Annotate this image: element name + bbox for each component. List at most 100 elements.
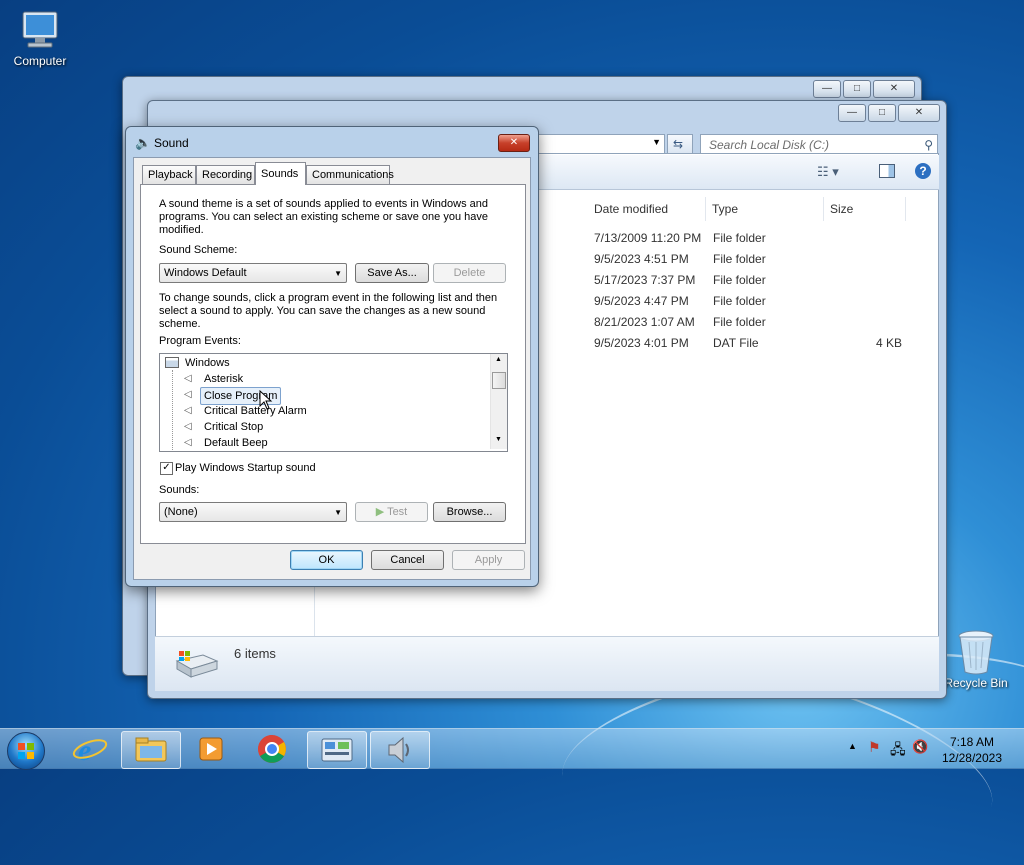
clock-date: 12/28/2023 bbox=[941, 751, 1002, 765]
scroll-down-icon[interactable]: ▼ bbox=[495, 436, 502, 443]
chevron-down-icon: ▼ bbox=[334, 508, 342, 517]
search-icon: ⚲ bbox=[924, 138, 933, 152]
help-icon[interactable]: ? bbox=[915, 163, 931, 179]
events-scrollbar[interactable]: ▲ ▼ bbox=[490, 354, 507, 449]
speaker-icon: ◁ bbox=[184, 421, 192, 432]
row-type: DAT File bbox=[713, 336, 759, 350]
sound-icon: 🔈 bbox=[135, 135, 152, 150]
taskbar-explorer[interactable] bbox=[121, 731, 181, 769]
close-button[interactable]: ✕ bbox=[873, 80, 915, 98]
network-icon[interactable]: 🖧 bbox=[890, 739, 906, 763]
windows-folder-icon bbox=[165, 357, 179, 368]
tree-line bbox=[172, 370, 174, 450]
desktop-recycle-bin[interactable]: Recycle Bin bbox=[942, 628, 1010, 690]
scheme-select[interactable]: Windows Default ▼ bbox=[159, 263, 347, 283]
scheme-label: Sound Scheme: bbox=[159, 244, 238, 256]
maximize-button[interactable]: □ bbox=[868, 104, 896, 122]
ok-button[interactable]: OK bbox=[290, 550, 363, 570]
item-count: 6 items bbox=[234, 646, 276, 661]
sounds-label: Sounds: bbox=[159, 484, 200, 496]
startup-sound-label: Play Windows Startup sound bbox=[175, 462, 316, 474]
show-hidden-icons[interactable]: ▲ bbox=[848, 741, 857, 751]
row-type: File folder bbox=[713, 294, 766, 308]
ie-icon: e bbox=[72, 734, 108, 767]
column-type[interactable]: Type bbox=[706, 197, 824, 221]
dialog-content: Playback Recording Sounds Communications… bbox=[133, 157, 531, 580]
control-panel-icon bbox=[321, 738, 353, 762]
row-date: 7/13/2009 11:20 PM bbox=[594, 231, 702, 245]
startup-sound-checkbox[interactable]: ✓ bbox=[160, 462, 173, 475]
preview-pane-icon[interactable] bbox=[879, 164, 895, 178]
computer-icon bbox=[22, 11, 58, 48]
play-icon: ▶ bbox=[375, 506, 385, 518]
minimize-button[interactable]: — bbox=[813, 80, 841, 98]
speaker-icon: ◁ bbox=[184, 373, 192, 384]
desktop-computer[interactable]: Computer bbox=[8, 8, 72, 68]
speaker-icon: ◁ bbox=[184, 405, 192, 416]
event-label: Asterisk bbox=[204, 373, 244, 385]
row-type: File folder bbox=[713, 273, 766, 287]
svg-text:e: e bbox=[78, 734, 91, 767]
views-icon[interactable]: ☷ ▾ bbox=[817, 164, 839, 180]
action-center-flag-icon[interactable]: ⚑ bbox=[868, 739, 881, 756]
save-as-button[interactable]: Save As... bbox=[355, 263, 429, 283]
recycle-bin-icon bbox=[958, 630, 994, 675]
taskbar-control-panel[interactable] bbox=[307, 731, 367, 769]
sound-dialog[interactable]: 🔈 Sound ✕ Playback Recording Sounds Comm… bbox=[125, 126, 539, 587]
mouse-cursor-icon bbox=[259, 390, 273, 410]
tab-recording[interactable]: Recording bbox=[196, 165, 255, 184]
close-button[interactable]: ✕ bbox=[498, 134, 530, 152]
cancel-button[interactable]: Cancel bbox=[371, 550, 444, 570]
browse-button[interactable]: Browse... bbox=[433, 502, 506, 522]
events-label: Program Events: bbox=[159, 335, 241, 347]
chevron-down-icon[interactable]: ▼ bbox=[652, 137, 661, 147]
tab-playback[interactable]: Playback bbox=[142, 165, 196, 184]
delete-button[interactable]: Delete bbox=[433, 263, 506, 283]
taskbar: e ▲ ⚑ 🖧 🔇 7:18 AM 12/28/2023 bbox=[0, 728, 1024, 770]
search-placeholder: Search Local Disk (C:) bbox=[709, 138, 830, 152]
scroll-up-icon[interactable]: ▲ bbox=[495, 356, 502, 363]
scheme-value: Windows Default bbox=[164, 267, 247, 279]
sound-value: (None) bbox=[164, 506, 198, 518]
taskbar-media-player[interactable] bbox=[182, 731, 240, 767]
sound-select[interactable]: (None) ▼ bbox=[159, 502, 347, 522]
row-date: 9/5/2023 4:51 PM bbox=[594, 252, 689, 266]
test-label: Test bbox=[387, 506, 408, 518]
clock[interactable]: 7:18 AM 12/28/2023 bbox=[942, 734, 1002, 766]
column-size[interactable]: Size bbox=[824, 197, 906, 221]
minimize-button[interactable]: — bbox=[838, 104, 866, 122]
chrome-icon bbox=[258, 735, 286, 763]
nav-pane-divider bbox=[314, 585, 315, 639]
close-button[interactable]: ✕ bbox=[898, 104, 940, 122]
start-orb-icon bbox=[18, 743, 34, 759]
tab-communications[interactable]: Communications bbox=[306, 165, 394, 184]
taskbar-sound[interactable] bbox=[370, 731, 430, 769]
scroll-thumb[interactable] bbox=[492, 372, 506, 389]
details-pane: 6 items bbox=[155, 636, 939, 691]
maximize-button[interactable]: □ bbox=[843, 80, 871, 98]
search-input[interactable]: Search Local Disk (C:) ⚲ bbox=[700, 134, 938, 154]
row-date: 5/17/2023 7:37 PM bbox=[594, 273, 696, 287]
intro-text: A sound theme is a set of sounds applied… bbox=[159, 198, 488, 236]
volume-muted-icon[interactable]: 🔇 bbox=[912, 739, 928, 755]
row-type: File folder bbox=[713, 252, 766, 266]
program-events-list[interactable]: Windows ◁ Asterisk ◁ Close Program ◁ Cri… bbox=[159, 353, 508, 452]
apply-button[interactable]: Apply bbox=[452, 550, 525, 570]
recycle-bin-label: Recycle Bin bbox=[944, 676, 1008, 690]
tab-sounds[interactable]: Sounds bbox=[255, 162, 306, 185]
computer-label: Computer bbox=[13, 54, 67, 68]
chevron-down-icon: ▼ bbox=[334, 269, 342, 278]
events-root[interactable]: Windows bbox=[185, 355, 230, 371]
start-button[interactable] bbox=[7, 732, 45, 770]
test-button[interactable]: ▶ Test bbox=[355, 502, 428, 522]
event-label: Critical Stop bbox=[204, 421, 264, 433]
drive-icon bbox=[175, 651, 219, 678]
media-player-icon bbox=[199, 737, 223, 761]
taskbar-chrome[interactable] bbox=[243, 731, 301, 767]
event-label: Critical Battery Alarm bbox=[204, 405, 307, 417]
row-size: 4 KB bbox=[876, 336, 903, 350]
column-date-modified[interactable]: Date modified bbox=[588, 197, 706, 221]
sounds-tab-pane: A sound theme is a set of sounds applied… bbox=[140, 184, 526, 544]
taskbar-ie[interactable]: e bbox=[60, 731, 118, 767]
refresh-icon: ⇆ bbox=[673, 137, 684, 151]
